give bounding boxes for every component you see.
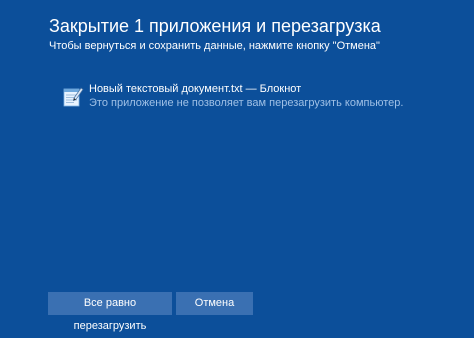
notepad-icon xyxy=(60,84,84,108)
cancel-button[interactable]: Отмена xyxy=(176,292,253,315)
blocking-app-item: Новый текстовый документ.txt — Блокнот Э… xyxy=(60,82,460,116)
force-restart-button[interactable]: Все равно перезагрузить xyxy=(48,292,172,332)
app-name: Новый текстовый документ.txt — Блокнот xyxy=(89,83,302,95)
app-block-message: Это приложение не позволяет вам перезагр… xyxy=(89,97,404,109)
shutdown-screen: Закрытие 1 приложения и перезагрузка Что… xyxy=(0,0,474,332)
screen-subtitle: Чтобы вернуться и сохранить данные, нажм… xyxy=(49,40,380,52)
screen-title: Закрытие 1 приложения и перезагрузка xyxy=(49,16,381,36)
